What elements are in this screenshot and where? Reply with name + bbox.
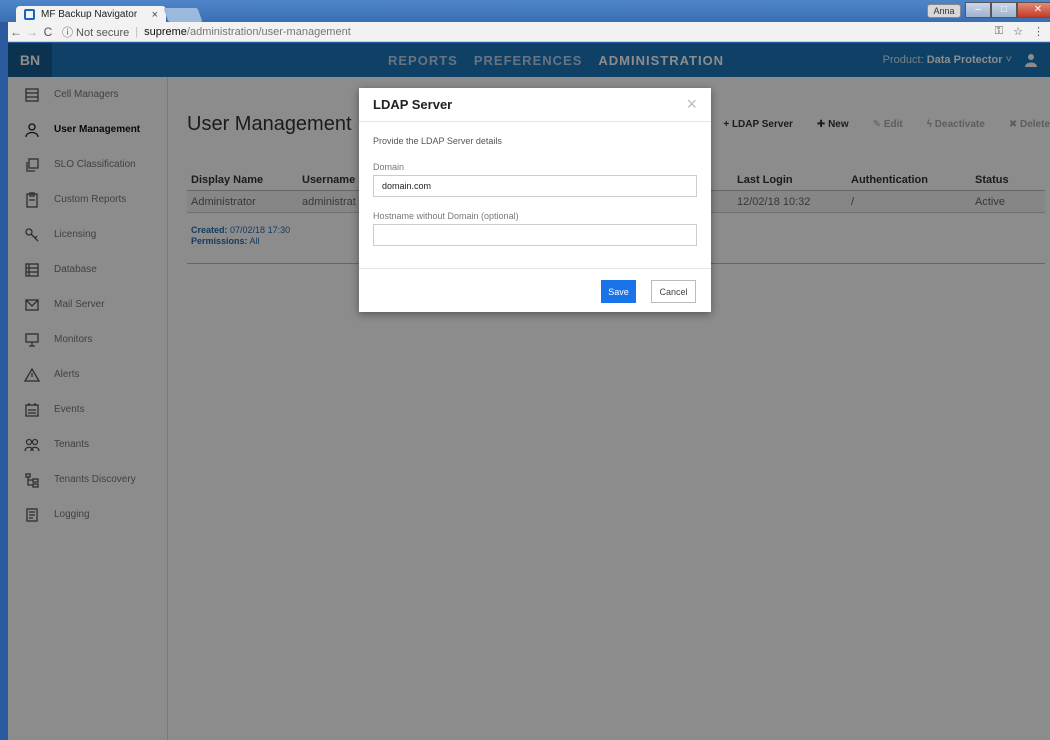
cancel-button[interactable]: Cancel	[651, 280, 696, 303]
tab-close-icon[interactable]: ×	[152, 9, 158, 21]
tab-title: MF Backup Navigator	[41, 9, 138, 20]
maximize-icon[interactable]: □	[991, 2, 1017, 18]
dialog-help-text: Provide the LDAP Server details	[373, 136, 502, 146]
bookmark-star-icon[interactable]: ☆	[1013, 25, 1023, 38]
address-bar: ← → C ⓘ Not secure | supreme/administrat…	[8, 22, 1050, 42]
dialog-footer: Save Cancel	[359, 268, 711, 312]
url-host: supreme	[144, 25, 187, 38]
domain-label: Domain	[373, 162, 405, 172]
url-input[interactable]: ⓘ Not secure | supreme/administration/us…	[62, 24, 989, 40]
window-titlebar: MF Backup Navigator × Anna – □ ✕	[0, 0, 1050, 23]
forward-icon[interactable]: →	[24, 25, 40, 39]
reload-icon[interactable]: C	[40, 25, 56, 39]
key-icon[interactable]: ⚿	[995, 25, 1003, 38]
new-tab-button[interactable]	[163, 8, 203, 22]
close-icon[interactable]: ×	[686, 94, 697, 115]
ldap-server-dialog: LDAP Server × Provide the LDAP Server de…	[359, 88, 711, 312]
url-path: /administration/user-management	[186, 25, 351, 38]
app: BN REPORTS PREFERENCES ADMINISTRATION Pr…	[8, 43, 1050, 740]
window-controls: – □ ✕	[965, 2, 1050, 18]
menu-dots-icon[interactable]: ⋮	[1033, 25, 1044, 38]
save-button[interactable]: Save	[601, 280, 636, 303]
dialog-title: LDAP Server	[373, 97, 453, 112]
app-favicon-icon	[24, 9, 35, 20]
dialog-header: LDAP Server ×	[359, 88, 711, 122]
hostname-label: Hostname without Domain (optional)	[373, 211, 519, 221]
dialog-body: Provide the LDAP Server details Domain H…	[359, 122, 711, 260]
security-indicator[interactable]: ⓘ Not secure	[62, 24, 129, 40]
window-user-badge: Anna	[927, 4, 961, 18]
back-icon[interactable]: ←	[8, 25, 24, 39]
minimize-icon[interactable]: –	[965, 2, 991, 18]
domain-input[interactable]	[373, 175, 697, 197]
browser-tab[interactable]: MF Backup Navigator ×	[16, 6, 166, 23]
window-close-icon[interactable]: ✕	[1017, 2, 1050, 18]
hostname-input[interactable]	[373, 224, 697, 246]
